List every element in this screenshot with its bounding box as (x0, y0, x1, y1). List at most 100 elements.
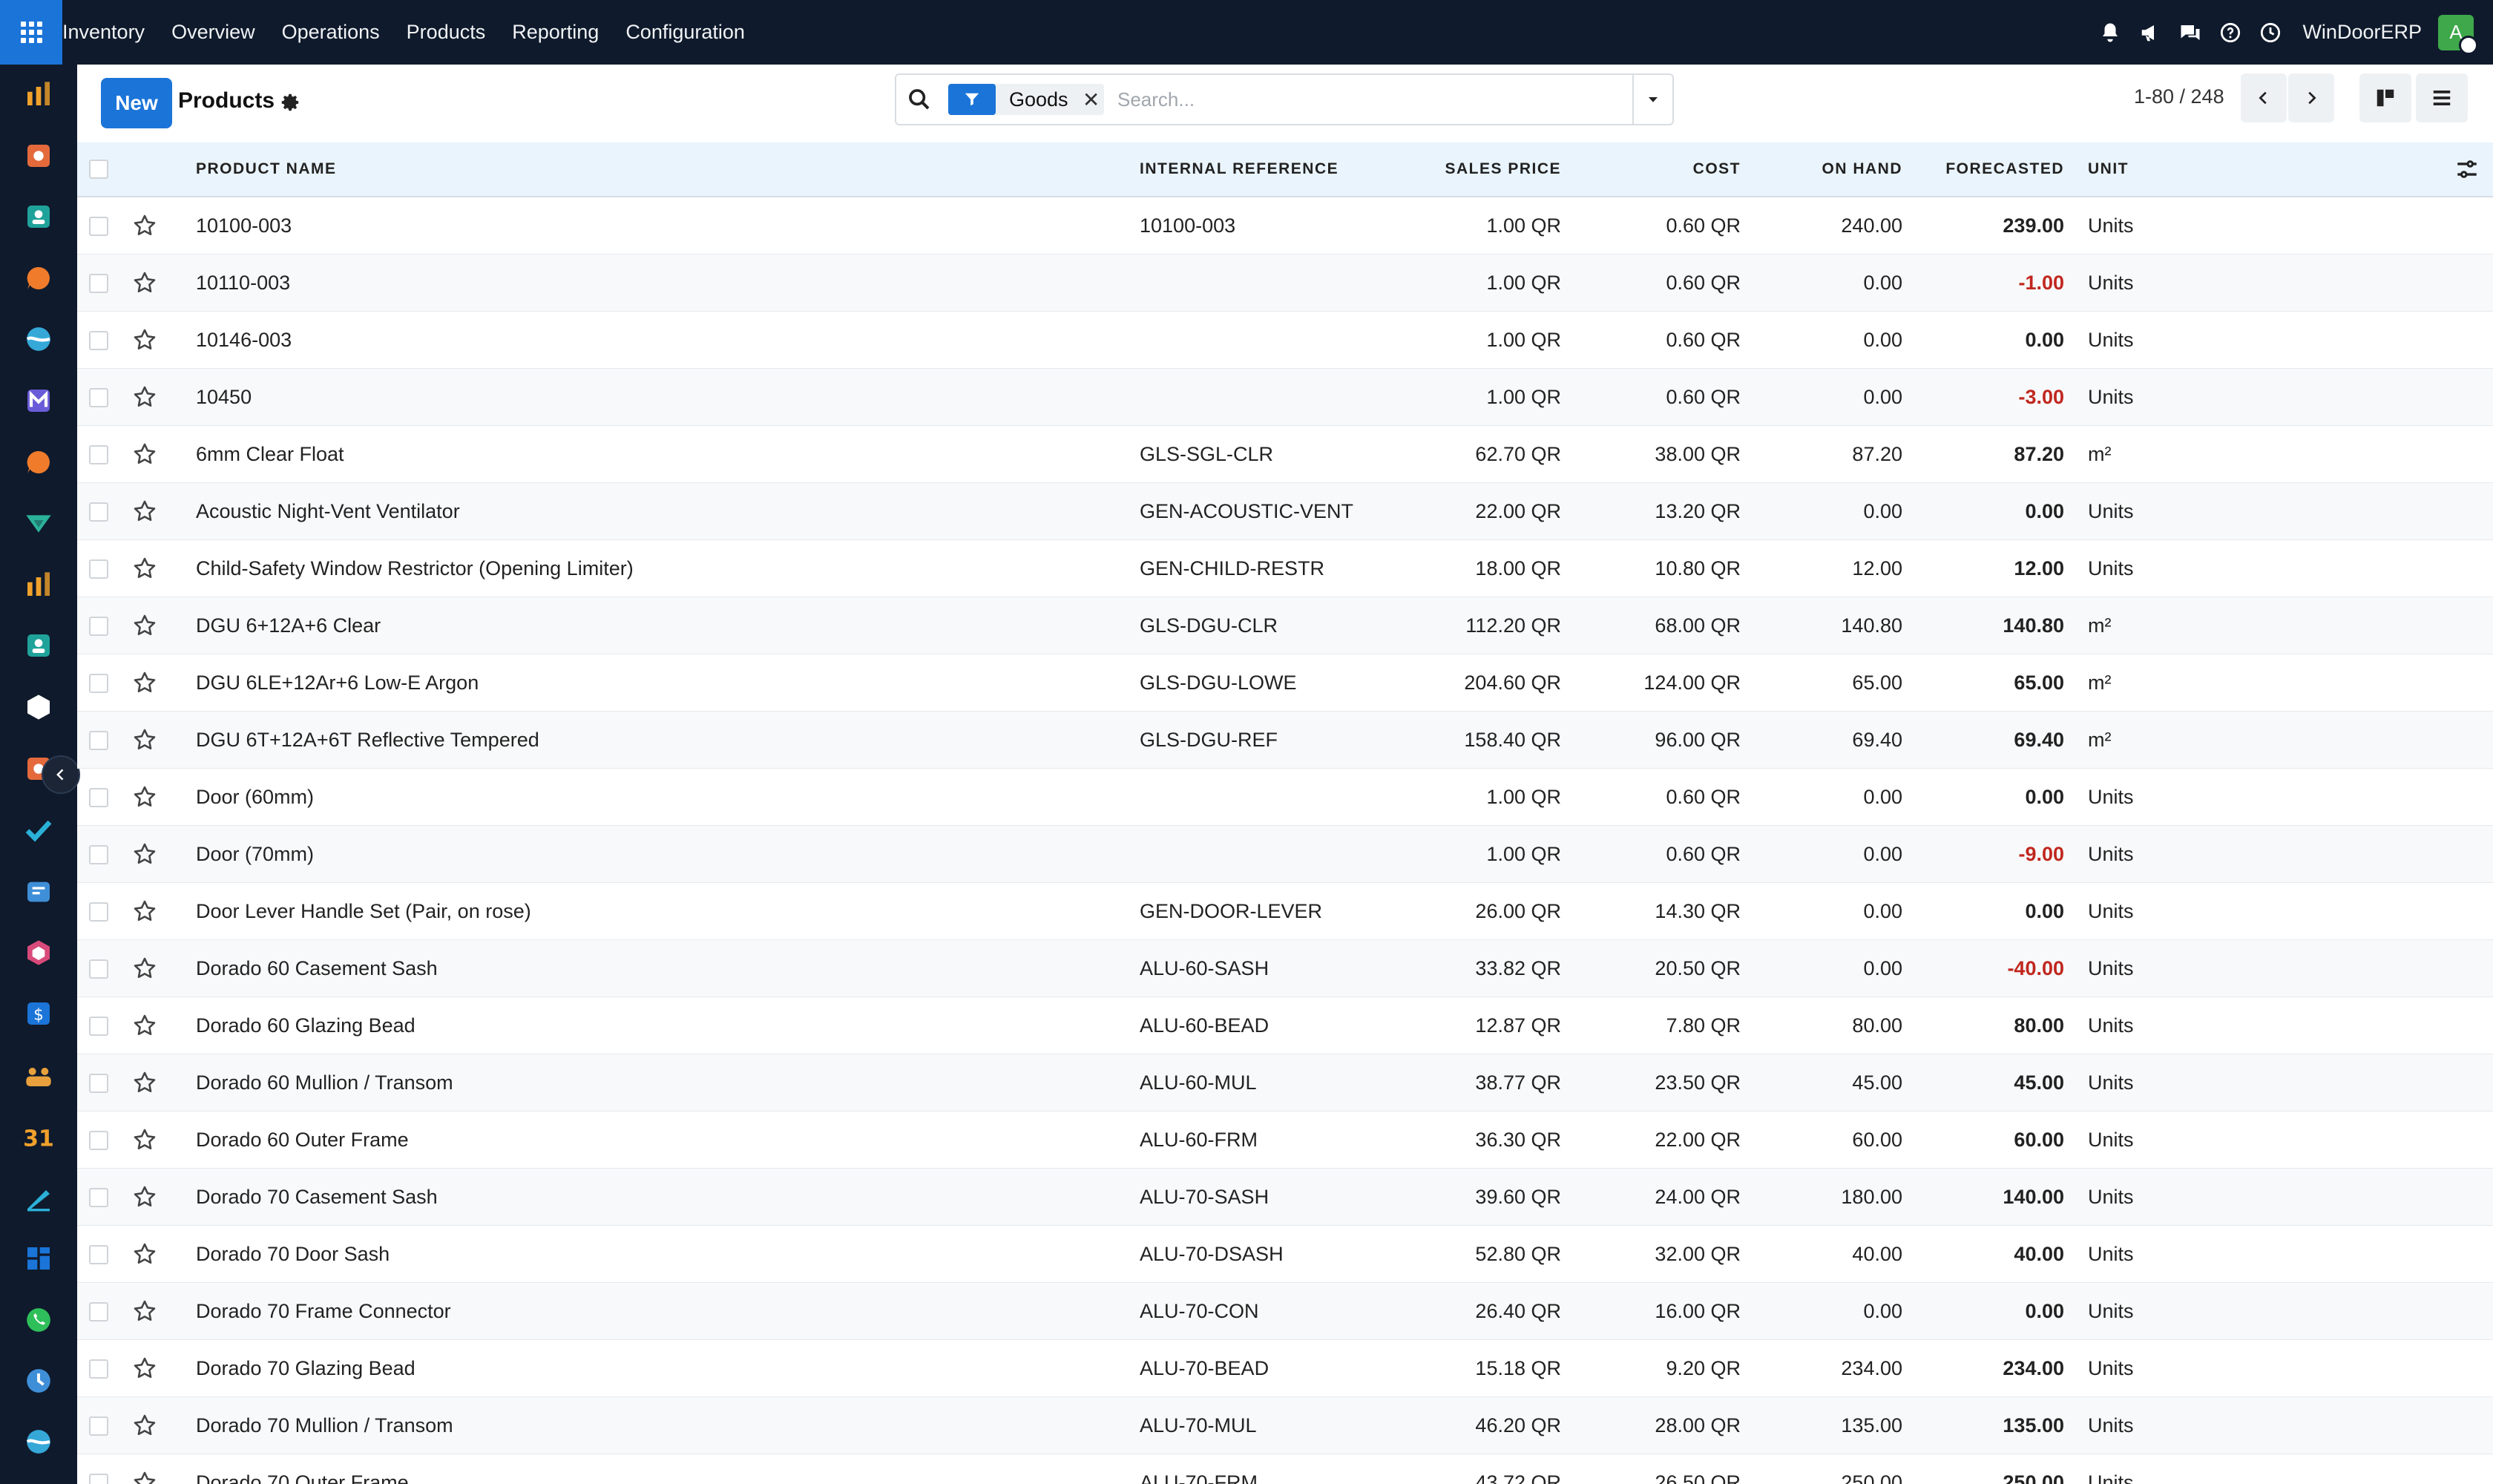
cell-product-name[interactable]: Dorado 70 Casement Sash (196, 1168, 1140, 1226)
cell-sales-price[interactable]: 26.40 QR (1362, 1282, 1561, 1340)
cell-sales-price[interactable]: 43.72 QR (1362, 1454, 1561, 1484)
cell-on-hand[interactable]: 45.00 (1741, 1054, 1902, 1112)
cell-on-hand[interactable]: 69.40 (1741, 711, 1902, 769)
cell-unit[interactable]: Units (2064, 882, 2345, 940)
cell-cost[interactable]: 16.00 QR (1561, 1282, 1741, 1340)
header-cost[interactable]: COST (1561, 142, 1741, 197)
cell-sales-price[interactable]: 18.00 QR (1362, 539, 1561, 597)
cell-on-hand[interactable]: 12.00 (1741, 539, 1902, 597)
cell-forecasted[interactable]: 135.00 (1902, 1396, 2064, 1454)
cell-cost[interactable]: 20.50 QR (1561, 939, 1741, 997)
cell-unit[interactable]: m² (2064, 711, 2345, 769)
cell-product-name[interactable]: DGU 6+12A+6 Clear (196, 597, 1140, 654)
star-icon[interactable] (132, 556, 157, 581)
cell-sales-price[interactable]: 36.30 QR (1362, 1111, 1561, 1169)
search-options-toggle[interactable] (1632, 75, 1672, 124)
cell-forecasted[interactable]: 0.00 (1902, 882, 2064, 940)
row-checkbox[interactable] (89, 959, 108, 979)
star-icon[interactable] (132, 670, 157, 695)
chart-app-icon[interactable] (22, 78, 55, 111)
clock-app-icon[interactable] (22, 1365, 55, 1397)
menu-configuration[interactable]: Configuration (612, 0, 758, 65)
people-app-icon[interactable] (22, 1059, 55, 1091)
search-icon[interactable] (907, 87, 932, 112)
cell-unit[interactable]: Units (2064, 482, 2345, 540)
row-checkbox[interactable] (89, 788, 108, 808)
cell-sales-price[interactable]: 26.00 QR (1362, 882, 1561, 940)
cell-unit[interactable]: Units (2064, 311, 2345, 369)
cell-internal-reference[interactable]: 10100-003 (1140, 197, 1362, 255)
cell-unit[interactable]: Units (2064, 254, 2345, 312)
calendar-app-icon[interactable]: 31 (22, 1120, 55, 1152)
cell-unit[interactable]: Units (2064, 1225, 2345, 1283)
app-name[interactable]: Inventory (62, 0, 158, 65)
chart2-app-icon[interactable] (22, 568, 55, 601)
box-app-icon[interactable] (22, 691, 55, 723)
remove-facet-icon[interactable]: ✕ (1079, 84, 1104, 115)
cell-unit[interactable]: Units (2064, 1339, 2345, 1397)
wave2-app-icon[interactable] (22, 1425, 55, 1458)
company-switcher[interactable]: WinDoorERP (2302, 21, 2422, 44)
cell-forecasted[interactable]: 234.00 (1902, 1339, 2064, 1397)
table-row[interactable]: Dorado 70 Door Sash ALU-70-DSASH 52.80 QR 3… (77, 1225, 2493, 1283)
cell-internal-reference[interactable]: GLS-SGL-CLR (1140, 425, 1362, 483)
star-icon[interactable] (132, 1127, 157, 1152)
cell-internal-reference[interactable] (1140, 768, 1362, 826)
cell-product-name[interactable]: Dorado 60 Outer Frame (196, 1111, 1140, 1169)
cell-internal-reference[interactable] (1140, 254, 1362, 312)
star-icon[interactable] (132, 1184, 157, 1209)
cell-unit[interactable]: m² (2064, 597, 2345, 654)
row-checkbox[interactable] (89, 559, 108, 580)
cell-product-name[interactable]: Door (70mm) (196, 825, 1140, 883)
table-row[interactable]: Dorado 60 Mullion / Transom ALU-60-MUL 38.… (77, 1054, 2493, 1112)
header-on-hand[interactable]: ON HAND (1741, 142, 1902, 197)
row-checkbox[interactable] (89, 502, 108, 522)
bell-icon[interactable] (2098, 20, 2123, 45)
cell-sales-price[interactable]: 33.82 QR (1362, 939, 1561, 997)
clock-icon[interactable] (2258, 20, 2283, 45)
cell-internal-reference[interactable] (1140, 825, 1362, 883)
cell-forecasted[interactable]: 250.00 (1902, 1454, 2064, 1484)
cell-product-name[interactable]: Dorado 70 Mullion / Transom (196, 1396, 1140, 1454)
cell-internal-reference[interactable]: ALU-70-SASH (1140, 1168, 1362, 1226)
cell-on-hand[interactable]: 0.00 (1741, 254, 1902, 312)
row-checkbox[interactable] (89, 331, 108, 351)
cell-cost[interactable]: 0.60 QR (1561, 311, 1741, 369)
wave-app-icon[interactable] (22, 323, 55, 355)
star-icon[interactable] (132, 956, 157, 981)
table-row[interactable]: 10100-003 10100-003 1.00 QR 0.60 QR 240.00 23… (77, 197, 2493, 255)
star-icon[interactable] (132, 327, 157, 352)
star-icon[interactable] (132, 1298, 157, 1324)
star-icon[interactable] (132, 727, 157, 752)
cell-cost[interactable]: 0.60 QR (1561, 768, 1741, 826)
cell-cost[interactable]: 10.80 QR (1561, 539, 1741, 597)
cell-cost[interactable]: 32.00 QR (1561, 1225, 1741, 1283)
cell-internal-reference[interactable] (1140, 368, 1362, 426)
cell-sales-price[interactable]: 15.18 QR (1362, 1339, 1561, 1397)
cell-unit[interactable]: Units (2064, 1454, 2345, 1484)
cell-product-name[interactable]: Dorado 70 Frame Connector (196, 1282, 1140, 1340)
star-icon[interactable] (132, 899, 157, 924)
cell-on-hand[interactable]: 135.00 (1741, 1396, 1902, 1454)
cell-unit[interactable]: Units (2064, 368, 2345, 426)
cell-on-hand[interactable]: 0.00 (1741, 1282, 1902, 1340)
cell-internal-reference[interactable]: ALU-60-MUL (1140, 1054, 1362, 1112)
cell-unit[interactable]: m² (2064, 654, 2345, 712)
cell-internal-reference[interactable]: ALU-70-DSASH (1140, 1225, 1362, 1283)
cell-product-name[interactable]: DGU 6T+12A+6T Reflective Tempered (196, 711, 1140, 769)
cell-on-hand[interactable]: 0.00 (1741, 311, 1902, 369)
cell-cost[interactable]: 0.60 QR (1561, 368, 1741, 426)
cell-internal-reference[interactable]: ALU-60-SASH (1140, 939, 1362, 997)
row-checkbox[interactable] (89, 674, 108, 694)
cell-internal-reference[interactable]: ALU-60-BEAD (1140, 997, 1362, 1054)
menu-overview[interactable]: Overview (158, 0, 269, 65)
cell-forecasted[interactable]: 140.00 (1902, 1168, 2064, 1226)
cell-on-hand[interactable]: 0.00 (1741, 768, 1902, 826)
row-checkbox[interactable] (89, 1074, 108, 1094)
row-checkbox[interactable] (89, 274, 108, 294)
cell-cost[interactable]: 24.00 QR (1561, 1168, 1741, 1226)
table-row[interactable]: DGU 6+12A+6 Clear GLS-DGU-CLR 112.20 QR 68.… (77, 597, 2493, 654)
cell-internal-reference[interactable]: GEN-DOOR-LEVER (1140, 882, 1362, 940)
cell-sales-price[interactable]: 46.20 QR (1362, 1396, 1561, 1454)
cell-cost[interactable]: 0.60 QR (1561, 197, 1741, 255)
